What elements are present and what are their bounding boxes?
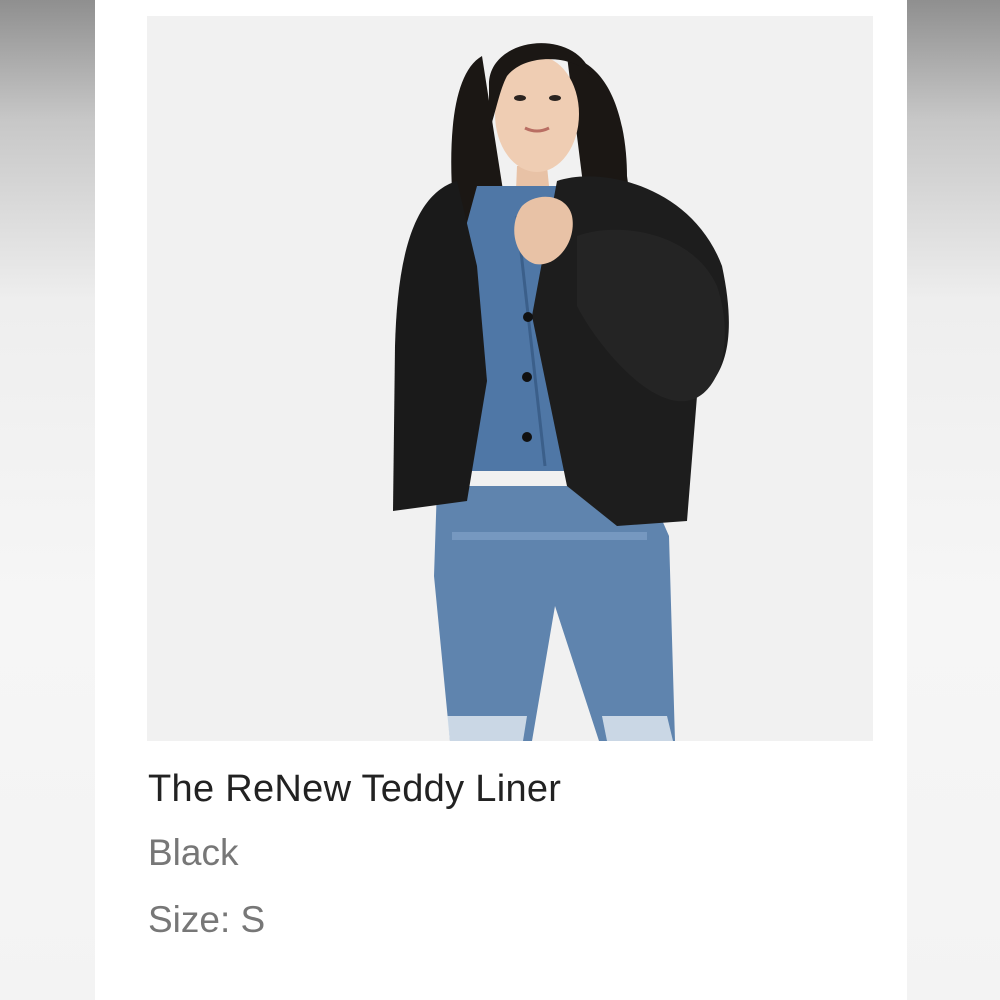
model-illustration — [147, 16, 873, 741]
product-size: Size: S — [148, 899, 266, 940]
product-photo[interactable] — [147, 16, 873, 741]
screenshot: The ReNew Teddy Liner Black Size: S — [0, 0, 1000, 1000]
product-title[interactable]: The ReNew Teddy Liner — [148, 768, 561, 811]
product-color: Black — [148, 832, 239, 873]
product-card[interactable]: The ReNew Teddy Liner Black Size: S — [95, 0, 907, 1000]
